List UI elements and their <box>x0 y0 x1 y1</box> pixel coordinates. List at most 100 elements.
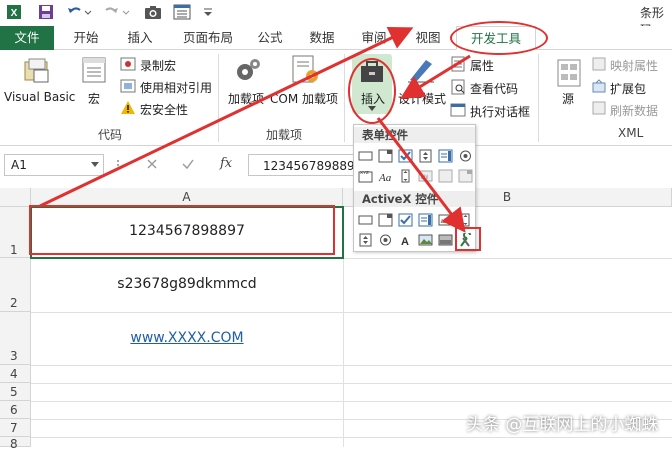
row-header-2[interactable]: 2 <box>0 258 31 312</box>
properties-icon[interactable] <box>450 56 466 72</box>
text-field-icon[interactable]: abl <box>418 169 433 183</box>
customize-qat-icon[interactable] <box>202 4 214 20</box>
relative-reference-label[interactable]: 使用相对引用 <box>140 79 212 96</box>
tab-page-layout[interactable]: 页面布局 <box>172 26 244 50</box>
group-separator <box>538 54 539 142</box>
expansion-pack-icon[interactable] <box>592 79 606 93</box>
cell-a1-highlight <box>29 205 335 255</box>
grid-line <box>31 383 672 384</box>
svg-text:abl: abl <box>441 219 449 225</box>
row-header-6[interactable]: 6 <box>0 401 31 419</box>
record-macro-label[interactable]: 录制宏 <box>140 57 176 74</box>
map-properties-label[interactable]: 映射属性 <box>610 57 658 74</box>
enter-icon[interactable] <box>182 158 194 170</box>
tab-insert[interactable]: 插入 <box>116 26 164 50</box>
activex-button-icon[interactable] <box>358 213 373 227</box>
tab-file[interactable]: 文件 <box>0 26 54 50</box>
grid-line <box>31 437 672 438</box>
excel-logo-icon: X <box>7 5 21 19</box>
com-addins-icon[interactable] <box>290 54 320 84</box>
select-all-button[interactable] <box>0 188 31 207</box>
checkbox-control-icon[interactable] <box>398 149 413 163</box>
row-header-4[interactable]: 4 <box>0 365 31 383</box>
quick-access-toolbar: X 条形码 <box>0 0 672 37</box>
relative-reference-icon[interactable] <box>120 78 136 94</box>
save-icon[interactable] <box>38 4 54 20</box>
name-box[interactable]: A1 <box>4 154 104 176</box>
activex-label-icon[interactable]: A <box>398 233 413 247</box>
warning-icon[interactable] <box>120 100 136 116</box>
expansion-pack-label[interactable]: 扩展包 <box>610 80 646 97</box>
macro-security-label[interactable]: 宏安全性 <box>140 101 188 118</box>
macros-label: 宏 <box>88 92 101 106</box>
redo-icon[interactable] <box>104 4 130 20</box>
camera-icon[interactable] <box>144 4 162 20</box>
cancel-icon[interactable] <box>146 158 158 170</box>
name-box-value: A1 <box>11 158 27 172</box>
view-code-icon[interactable] <box>450 79 466 95</box>
activex-checkbox-icon[interactable] <box>398 213 413 227</box>
design-mode-icon[interactable] <box>406 56 436 84</box>
group-box-icon[interactable]: XYZ <box>358 169 373 183</box>
formula-bar: A1 fx 123456789889 <box>0 146 672 186</box>
activex-spin-button-icon[interactable] <box>358 233 373 247</box>
gear-icon[interactable] <box>234 56 262 84</box>
group-separator <box>344 54 345 142</box>
activex-option-button-icon[interactable] <box>378 233 393 247</box>
button-control-icon[interactable] <box>358 149 373 163</box>
row-header-5[interactable]: 5 <box>0 383 31 401</box>
refresh-data-icon[interactable] <box>592 101 606 115</box>
undo-icon[interactable] <box>66 4 92 20</box>
chevron-down-icon[interactable] <box>91 162 99 168</box>
row-header-3[interactable]: 3 <box>0 312 31 365</box>
developer-tab-highlight <box>450 21 548 55</box>
design-mode-label: 设计模式 <box>398 92 447 106</box>
insert-button-highlight <box>348 58 396 124</box>
form-icon[interactable] <box>173 4 191 20</box>
activex-text-box-icon[interactable]: abl <box>438 213 453 227</box>
insert-function-icon[interactable]: fx <box>220 156 232 171</box>
svg-text:abl: abl <box>421 175 429 181</box>
cell-a3-link[interactable]: www.XXXX.COM <box>31 330 343 346</box>
view-code-label[interactable]: 查看代码 <box>470 80 518 97</box>
scroll-bar-icon[interactable] <box>398 169 413 183</box>
tab-data[interactable]: 数据 <box>302 26 342 50</box>
svg-text:XYZ: XYZ <box>360 170 369 175</box>
xml-source-icon[interactable] <box>556 58 582 88</box>
run-dialog-icon[interactable] <box>450 102 466 118</box>
svg-text:A: A <box>401 236 409 247</box>
tab-view[interactable]: 视图 <box>408 26 448 50</box>
refresh-data-label[interactable]: 刷新数据 <box>610 102 658 119</box>
activex-combo-box-icon[interactable] <box>378 213 393 227</box>
row-header-1[interactable]: 1 <box>0 207 31 258</box>
spin-button-icon[interactable] <box>418 149 433 163</box>
label-control-icon[interactable]: Aa <box>378 169 396 183</box>
list-box-icon[interactable] <box>438 149 453 163</box>
tab-review[interactable]: 审阅 <box>354 26 394 50</box>
activex-list-box-icon[interactable] <box>418 213 433 227</box>
row-header-7[interactable]: 7 <box>0 419 31 437</box>
row-header-8[interactable]: 8 <box>0 437 31 451</box>
ribbon: Visual Basic 宏 录制宏 使用相对引用 宏安全性 代码 加载项 CO… <box>0 50 672 146</box>
grid-line <box>31 401 672 402</box>
properties-label[interactable]: 属性 <box>470 57 494 74</box>
activex-scroll-bar-icon[interactable] <box>458 213 473 227</box>
combo-box-icon[interactable] <box>378 149 393 163</box>
tab-home[interactable]: 开始 <box>62 26 110 50</box>
visual-basic-icon[interactable] <box>22 56 52 86</box>
ribbon-tabs: 文件 开始 插入 页面布局 公式 数据 审阅 视图 开发工具 <box>0 26 672 50</box>
activex-toggle-button-icon[interactable] <box>438 233 453 247</box>
macros-icon[interactable] <box>80 56 108 84</box>
option-button-icon[interactable] <box>458 149 473 163</box>
record-macro-icon[interactable] <box>120 56 136 72</box>
run-dialog-label[interactable]: 执行对话框 <box>470 103 530 120</box>
tab-formulas[interactable]: 公式 <box>250 26 290 50</box>
combo-dropdown-edit-icon[interactable] <box>458 169 473 183</box>
activex-image-icon[interactable] <box>418 233 433 247</box>
activex-controls-header: ActiveX 控件 <box>354 191 475 207</box>
combo-list-edit-icon[interactable] <box>438 169 453 183</box>
map-properties-icon[interactable] <box>592 57 606 71</box>
formula-input[interactable]: 123456789889 <box>248 154 356 176</box>
addins-label: 加载项 <box>228 92 265 106</box>
cell-a2[interactable]: s23678g89dkmmcd <box>31 276 343 292</box>
